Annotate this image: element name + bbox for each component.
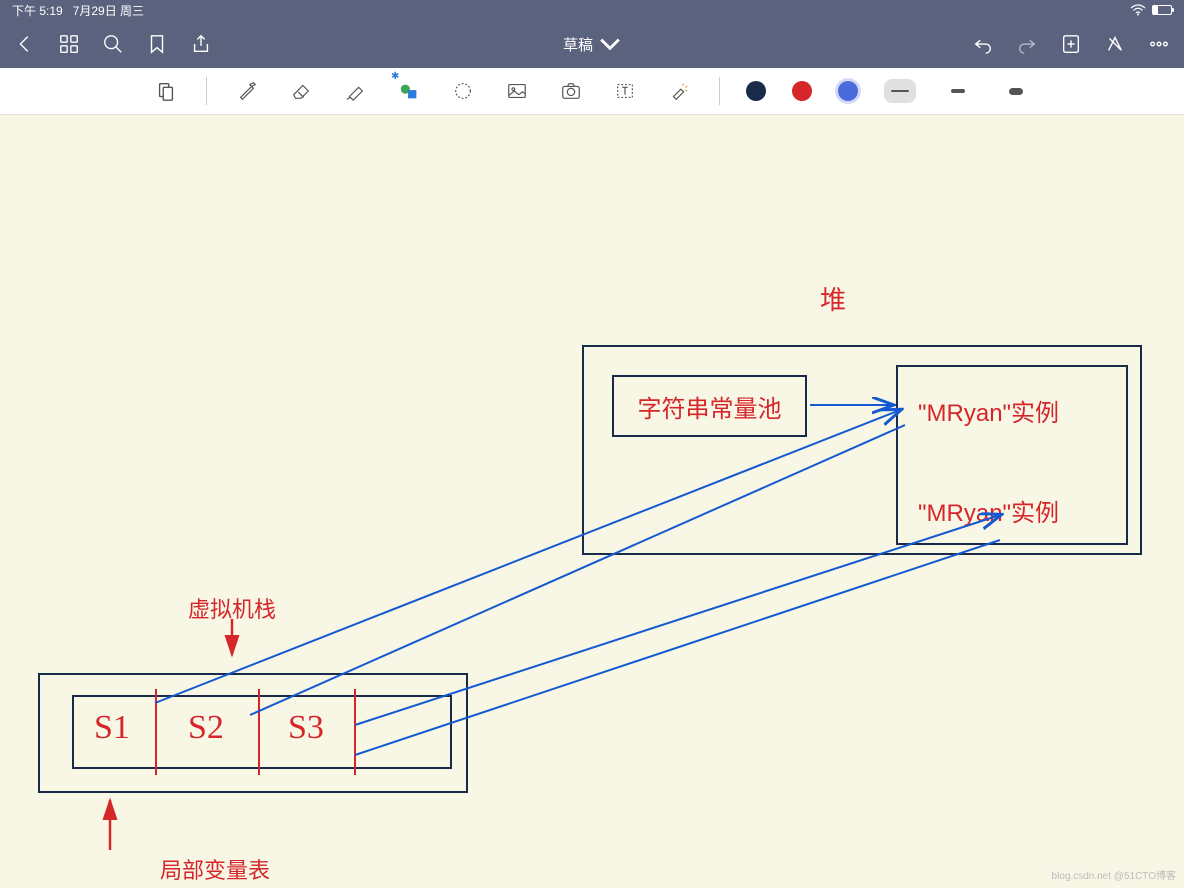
instance-2-label: "MRyan"实例 <box>918 493 1059 528</box>
cell-sep <box>258 689 260 775</box>
instance-1-label: "MRyan"实例 <box>918 393 1059 428</box>
highlighter-tool-icon[interactable] <box>341 77 369 105</box>
undo-icon[interactable] <box>972 33 994 55</box>
grid-icon[interactable] <box>58 33 80 55</box>
status-date: 7月29日 周三 <box>73 2 144 19</box>
tool-bar: ✱ <box>0 68 1184 115</box>
var-s1: S1 <box>94 709 130 747</box>
status-bar: 下午 5:19 7月29日 周三 <box>0 0 1184 20</box>
close-draw-icon[interactable] <box>1104 33 1126 55</box>
separator <box>206 77 207 105</box>
text-tool-icon[interactable] <box>611 77 639 105</box>
heap-label: 堆 <box>820 280 846 317</box>
stroke-med[interactable] <box>942 79 974 103</box>
lasso-tool-icon[interactable] <box>449 77 477 105</box>
watermark: blog.csdn.net @51CTO博客 <box>1052 867 1176 882</box>
more-icon[interactable] <box>1148 33 1170 55</box>
color-red[interactable] <box>792 81 812 101</box>
locals-label: 局部变量表 <box>160 853 270 885</box>
color-active[interactable] <box>838 81 858 101</box>
eraser-tool-icon[interactable] <box>287 77 315 105</box>
share-icon[interactable] <box>190 33 212 55</box>
wifi-icon <box>1130 4 1146 16</box>
var-s2: S2 <box>188 709 224 747</box>
pen-tool-icon[interactable] <box>233 77 261 105</box>
search-icon[interactable] <box>102 33 124 55</box>
bookmark-icon[interactable] <box>146 33 168 55</box>
laser-tool-icon[interactable] <box>665 77 693 105</box>
image-tool-icon[interactable] <box>503 77 531 105</box>
var-s3: S3 <box>288 709 324 747</box>
add-page-icon[interactable] <box>1060 33 1082 55</box>
shapes-tool-icon[interactable]: ✱ <box>395 77 423 105</box>
battery-icon <box>1152 5 1172 15</box>
string-pool-box: 字符串常量池 <box>612 375 807 437</box>
nav-bar: 草稿 <box>0 20 1184 68</box>
color-navy[interactable] <box>746 81 766 101</box>
stack-label: 虚拟机栈 <box>188 592 276 624</box>
string-pool-label: 字符串常量池 <box>638 389 782 424</box>
document-title-text: 草稿 <box>563 34 593 55</box>
document-title[interactable]: 草稿 <box>563 33 621 55</box>
page-tool-icon[interactable] <box>152 77 180 105</box>
status-time: 下午 5:19 <box>12 2 63 19</box>
canvas[interactable]: 堆 字符串常量池 "MRyan"实例 "MRyan"实例 虚拟机栈 S1 S2 … <box>0 115 1184 888</box>
back-icon[interactable] <box>14 33 36 55</box>
separator <box>719 77 720 105</box>
camera-tool-icon[interactable] <box>557 77 585 105</box>
cell-sep <box>354 689 356 775</box>
cell-sep <box>155 689 157 775</box>
redo-icon[interactable] <box>1016 33 1038 55</box>
chevron-down-icon <box>599 33 621 55</box>
stroke-thick[interactable] <box>1000 79 1032 103</box>
stroke-thin[interactable] <box>884 79 916 103</box>
